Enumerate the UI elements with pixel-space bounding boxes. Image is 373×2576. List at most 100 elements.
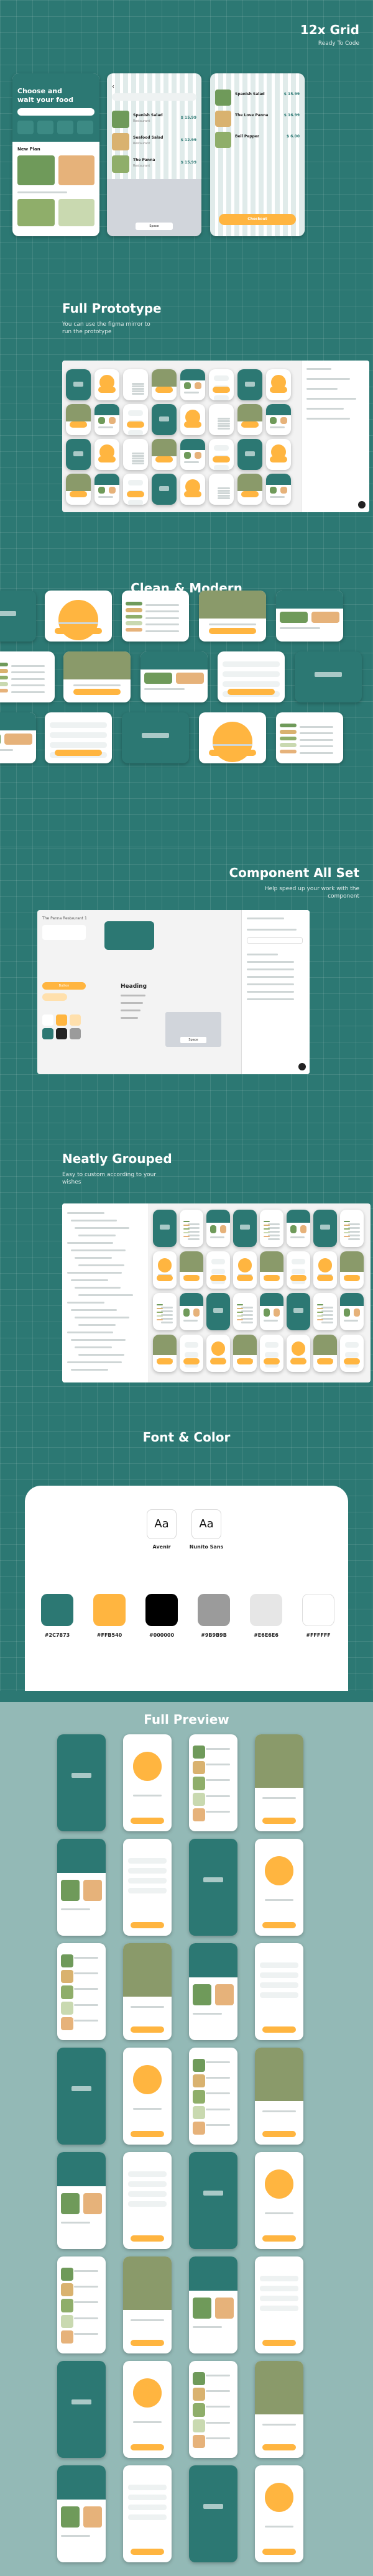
checkout-button[interactable]: Checkout: [219, 214, 296, 225]
component-label-restaurant: The Panna Restaurant 1: [42, 916, 87, 921]
layer-row[interactable]: [67, 1272, 122, 1274]
food-card-2[interactable]: [58, 155, 94, 185]
prototype-screen: [123, 474, 148, 505]
grouped-screen: [233, 1293, 257, 1330]
food-card-1[interactable]: [17, 155, 55, 185]
grouped-subtitle-2: wishes: [62, 1179, 81, 1185]
grouped-screen: [206, 1210, 230, 1247]
showcase-screen: [45, 591, 112, 642]
category-chip-4[interactable]: [77, 121, 93, 134]
layer-row[interactable]: [67, 1332, 113, 1333]
color-swatch: [93, 1594, 126, 1626]
component-secondary-button[interactable]: [42, 993, 67, 1001]
prototype-screen: [152, 404, 177, 435]
component-space-key[interactable]: Space: [180, 1037, 206, 1043]
hero-section: 12x Grid Ready To Code Choose and wait y…: [0, 0, 373, 274]
prototype-screen: [66, 474, 91, 505]
preview-screen: [189, 2048, 237, 2145]
menu-item-name-1[interactable]: Spanish Salad: [133, 113, 163, 117]
layer-row[interactable]: [67, 1242, 113, 1244]
layer-row[interactable]: [78, 1264, 124, 1266]
keyboard-space-key[interactable]: Space: [136, 223, 173, 230]
layers-board: [62, 1203, 371, 1382]
color-swatch-label: #FFB540: [96, 1632, 122, 1638]
showcase-screen: [0, 651, 55, 702]
menu-item-name-3[interactable]: The Panna: [133, 158, 155, 162]
cart-thumb-3: [215, 132, 231, 148]
color-swatch: [250, 1594, 282, 1626]
preview-screen: [123, 1943, 172, 2040]
font-color-section: Font & Color Aa Avenir Aa Nunito Sans #2…: [0, 1415, 373, 1691]
layer-row[interactable]: [67, 1302, 104, 1304]
layer-row[interactable]: [75, 1257, 112, 1259]
grouped-title: Neatly Grouped: [62, 1151, 172, 1166]
menu-thumb-1: [112, 111, 129, 128]
category-chip-1[interactable]: [17, 121, 34, 134]
cart-item-name-3[interactable]: Bell Pepper: [235, 134, 259, 139]
layer-row[interactable]: [75, 1227, 129, 1229]
preview-screen: [189, 2465, 237, 2562]
layer-row[interactable]: [75, 1287, 121, 1289]
help-icon[interactable]: [298, 1063, 306, 1070]
layer-row[interactable]: [71, 1220, 117, 1221]
prototype-screen: [266, 439, 291, 470]
component-keyboard[interactable]: Space: [165, 1012, 221, 1047]
prototype-title: Full Prototype: [62, 301, 162, 316]
layer-row[interactable]: [78, 1294, 133, 1296]
preview-screen: [57, 2361, 106, 2458]
keyboard[interactable]: Space: [107, 179, 201, 236]
grouped-screen: [313, 1210, 337, 1247]
color-swatch-label: #E6E6E6: [254, 1632, 279, 1638]
component-board: The Panna Restaurant 1 Button Heading Sp…: [37, 910, 310, 1074]
component-primary-button[interactable]: Button: [42, 982, 86, 990]
font-color-card: Aa Avenir Aa Nunito Sans #2C7873 #FFB540 #…: [25, 1486, 348, 1691]
preview-section: Full Preview: [0, 1691, 373, 2576]
layer-row[interactable]: [71, 1249, 126, 1251]
layer-row[interactable]: [75, 1346, 112, 1348]
color-swatch: [41, 1594, 73, 1626]
layer-row[interactable]: [78, 1354, 124, 1356]
preview-top-band: [0, 1691, 373, 1702]
component-card: [42, 925, 86, 940]
layer-row[interactable]: [71, 1309, 117, 1311]
preview-screen: [57, 2256, 106, 2353]
layer-row[interactable]: [75, 1317, 129, 1318]
grouped-screen: [153, 1335, 177, 1372]
showcase-screen: [276, 712, 343, 763]
search-bar[interactable]: [17, 108, 94, 116]
food-card-3[interactable]: [17, 199, 55, 226]
food-card-4[interactable]: [58, 199, 94, 226]
cart-item-name-1[interactable]: Spanish Salad: [235, 92, 265, 96]
layer-row[interactable]: [78, 1324, 116, 1326]
category-chip-2[interactable]: [37, 121, 53, 134]
preview-screen: [189, 2152, 237, 2249]
layer-row[interactable]: [78, 1235, 116, 1236]
search-input[interactable]: [112, 93, 196, 101]
layer-row[interactable]: [67, 1361, 122, 1363]
prototype-screen: [209, 474, 234, 505]
grouped-screen: [340, 1210, 364, 1247]
grouped-screen: [313, 1251, 337, 1289]
preview-title: Full Preview: [144, 1712, 229, 1727]
hero-title: 12x Grid: [300, 22, 359, 37]
back-icon[interactable]: ‹: [112, 83, 114, 90]
preview-screen: [123, 2048, 172, 2145]
prototype-screen: [209, 369, 234, 400]
grouped-subtitle-1: Easy to custom according to your: [62, 1172, 157, 1178]
category-chip-3[interactable]: [57, 121, 73, 134]
cart-item-name-2[interactable]: The Love Panna: [235, 113, 268, 117]
cart-item-price-1: $ 15.99: [283, 92, 300, 96]
layer-row[interactable]: [67, 1212, 104, 1214]
help-icon[interactable]: [358, 501, 366, 508]
layer-row[interactable]: [71, 1369, 108, 1371]
grouped-screen: [206, 1251, 230, 1289]
cart-thumb-1: [215, 90, 231, 106]
layer-row[interactable]: [71, 1279, 108, 1281]
grouped-screen-grid: [153, 1210, 367, 1378]
prototype-screen: [266, 474, 291, 505]
menu-item-name-2[interactable]: Seafood Salad: [133, 136, 163, 140]
hero-subtitle: Ready To Code: [318, 40, 359, 47]
layer-row[interactable]: [71, 1339, 126, 1341]
menu-item-sub-1: Restaurant: [133, 119, 150, 123]
preview-screen: [189, 1839, 237, 1936]
